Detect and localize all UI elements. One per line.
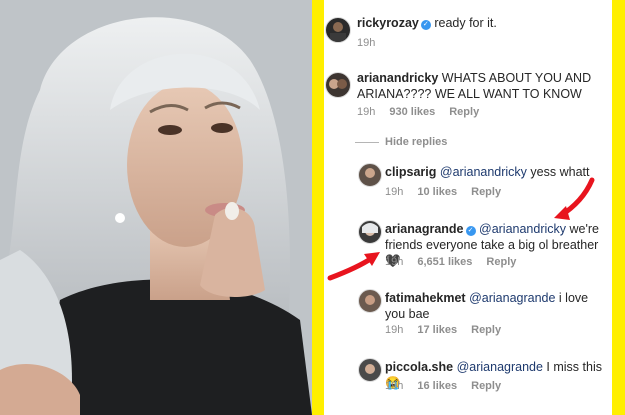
reply-username[interactable]: arianagrande	[385, 222, 464, 236]
reply-button[interactable]: Reply	[471, 186, 501, 198]
red-arrow-icon	[554, 177, 595, 220]
reply-time: 19h	[385, 186, 404, 198]
verified-badge-icon: ✓	[420, 20, 431, 30]
verified-badge-icon: ✓	[465, 226, 476, 236]
yellow-divider	[312, 0, 324, 415]
comment-time: 19h	[357, 37, 376, 49]
avatar-rickyrozay[interactable]	[325, 17, 351, 43]
reply-meta: 19h 10 likes Reply	[385, 186, 515, 198]
reply-meta: 19h 6,651 likes Reply	[385, 256, 530, 268]
reply-time: 19h	[385, 380, 404, 392]
reply-likes[interactable]: 10 likes	[417, 186, 457, 198]
reply-meta: 19h 17 likes Reply	[385, 324, 515, 336]
comment-meta: 19h	[357, 37, 389, 49]
reply-meta: 19h 16 likes Reply	[385, 380, 515, 392]
reply-fatimahekmet: fatimahekmet @arianagrande i love you ba…	[385, 290, 605, 322]
yellow-right-border	[612, 0, 625, 415]
comment-username[interactable]: arianandricky	[357, 71, 438, 85]
comment-arianandricky: arianandricky WHATS ABOUT YOU AND ARIANA…	[357, 70, 607, 102]
reply-mention[interactable]: @arianandricky	[440, 165, 527, 179]
hide-replies-button[interactable]: Hide replies	[385, 136, 447, 148]
comment-rickyrozay: rickyrozay ✓ ready for it.	[357, 15, 607, 31]
avatar-arianagrande[interactable]	[358, 220, 382, 244]
reply-username[interactable]: clipsarig	[385, 165, 436, 179]
comment-username[interactable]: rickyrozay	[357, 16, 419, 30]
hide-replies-line	[355, 142, 379, 143]
avatar-clipsarig[interactable]	[358, 163, 382, 187]
comment-likes[interactable]: 930 likes	[389, 106, 435, 118]
comment-text: ready for it.	[434, 16, 497, 30]
reply-button[interactable]: Reply	[449, 106, 479, 118]
reply-button[interactable]: Reply	[486, 256, 516, 268]
reply-time: 19h	[385, 256, 404, 268]
avatar-arianandricky[interactable]	[325, 72, 351, 98]
reply-username[interactable]: piccola.she	[385, 360, 453, 374]
reply-mention[interactable]: @arianagrande	[457, 360, 543, 374]
comment-meta: 19h 930 likes Reply	[357, 106, 493, 118]
reply-mention[interactable]: @arianandricky	[479, 222, 566, 236]
avatar-fatimahekmet[interactable]	[358, 289, 382, 313]
reply-button[interactable]: Reply	[471, 380, 501, 392]
portrait-photo	[0, 0, 312, 415]
reply-likes[interactable]: 6,651 likes	[417, 256, 472, 268]
reply-likes[interactable]: 17 likes	[417, 324, 457, 336]
reply-time: 19h	[385, 324, 404, 336]
reply-username[interactable]: fatimahekmet	[385, 291, 466, 305]
comment-time: 19h	[357, 106, 376, 118]
reply-likes[interactable]: 16 likes	[417, 380, 457, 392]
reply-mention[interactable]: @arianagrande	[469, 291, 555, 305]
avatar-piccola-she[interactable]	[358, 358, 382, 382]
portrait-illustration	[0, 0, 312, 415]
reply-button[interactable]: Reply	[471, 324, 501, 336]
red-arrow-icon	[327, 252, 380, 281]
